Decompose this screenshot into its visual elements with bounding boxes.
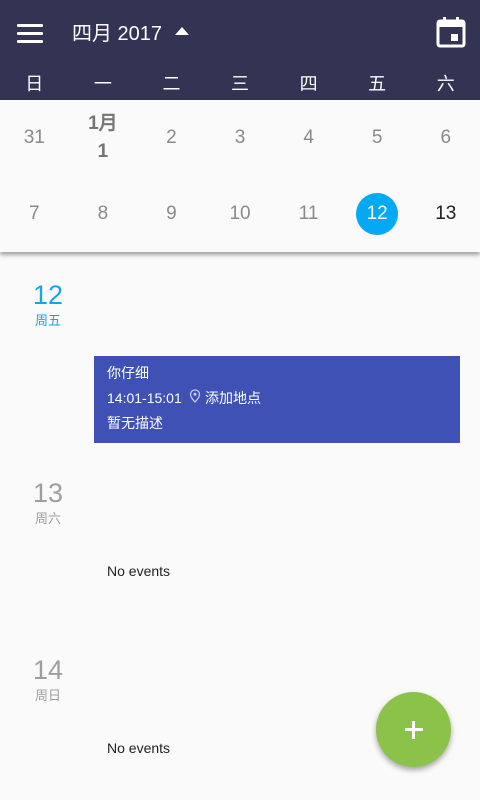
month-grid: 31 1月 1 2 3 4 5 6 7 8 9 10 11 12 13 [0, 100, 480, 252]
selected-day-number: 12 [366, 203, 388, 224]
month-start-label: 1月 [88, 113, 118, 134]
week-row-1: 31 1月 1 2 3 4 5 6 [0, 100, 480, 176]
day-cell-3[interactable]: 3 [206, 100, 275, 176]
day-cell-5[interactable]: 5 [343, 100, 412, 176]
day-cell-12-selected[interactable]: 12 [343, 176, 412, 252]
month-start-day: 1 [97, 141, 109, 162]
weekday-wed: 三 [231, 74, 250, 94]
day-cell-11[interactable]: 11 [274, 176, 343, 252]
weekday-mon: 一 [93, 74, 112, 94]
agenda-day-number: 12 [32, 280, 64, 310]
day-cell-6[interactable]: 6 [411, 100, 480, 176]
location-pin-icon [189, 389, 201, 403]
day-cell-9[interactable]: 9 [137, 176, 206, 252]
day-cell-31[interactable]: 31 [0, 100, 69, 176]
event-time: 14:01-15:01 [107, 390, 182, 406]
agenda-date-14: 14 周日 [28, 655, 68, 705]
day-cell-1[interactable]: 1月 1 [69, 100, 138, 176]
agenda-weekday: 周日 [34, 688, 61, 703]
weekday-sat: 六 [436, 74, 455, 94]
day-cell-8[interactable]: 8 [69, 176, 138, 252]
agenda-weekday: 周五 [34, 313, 61, 328]
day-cell-13[interactable]: 13 [411, 176, 480, 252]
agenda-day-number: 13 [32, 478, 64, 508]
caret-up-icon[interactable] [175, 27, 189, 35]
weekday-sun: 日 [25, 74, 44, 94]
no-events-label: No events [107, 740, 171, 756]
day-cell-10[interactable]: 10 [206, 176, 275, 252]
day-cell-2[interactable]: 2 [137, 100, 206, 176]
add-event-button[interactable] [376, 692, 451, 767]
agenda-weekday: 周六 [34, 511, 61, 526]
event-card[interactable]: 你仔细 14:01-15:01 添加地点 暂无描述 [94, 356, 460, 443]
no-events-label: No events [107, 563, 171, 579]
month-title[interactable]: 四月 2017 [72, 22, 162, 46]
day-cell-7[interactable]: 7 [0, 176, 69, 252]
app-header: 四月 2017 日 一 二 三 四 五 六 [0, 0, 480, 100]
week-row-2: 7 8 9 10 11 12 13 [0, 176, 480, 252]
weekday-header-row: 日 一 二 三 四 五 六 [0, 72, 480, 100]
day-cell-4[interactable]: 4 [274, 100, 343, 176]
agenda-date-13: 13 周六 [28, 478, 68, 528]
agenda-date-12: 12 周五 [28, 280, 68, 330]
agenda-day-number: 14 [32, 655, 64, 685]
event-description: 暂无描述 [107, 415, 163, 431]
event-location: 添加地点 [205, 390, 261, 406]
hamburger-menu-icon[interactable] [14, 18, 48, 48]
weekday-tue: 二 [162, 74, 181, 94]
plus-icon-vertical [412, 721, 415, 739]
calendar-today-icon[interactable] [436, 16, 466, 48]
weekday-fri: 五 [368, 74, 387, 94]
weekday-thu: 四 [299, 74, 318, 94]
event-title: 你仔细 [107, 365, 149, 381]
